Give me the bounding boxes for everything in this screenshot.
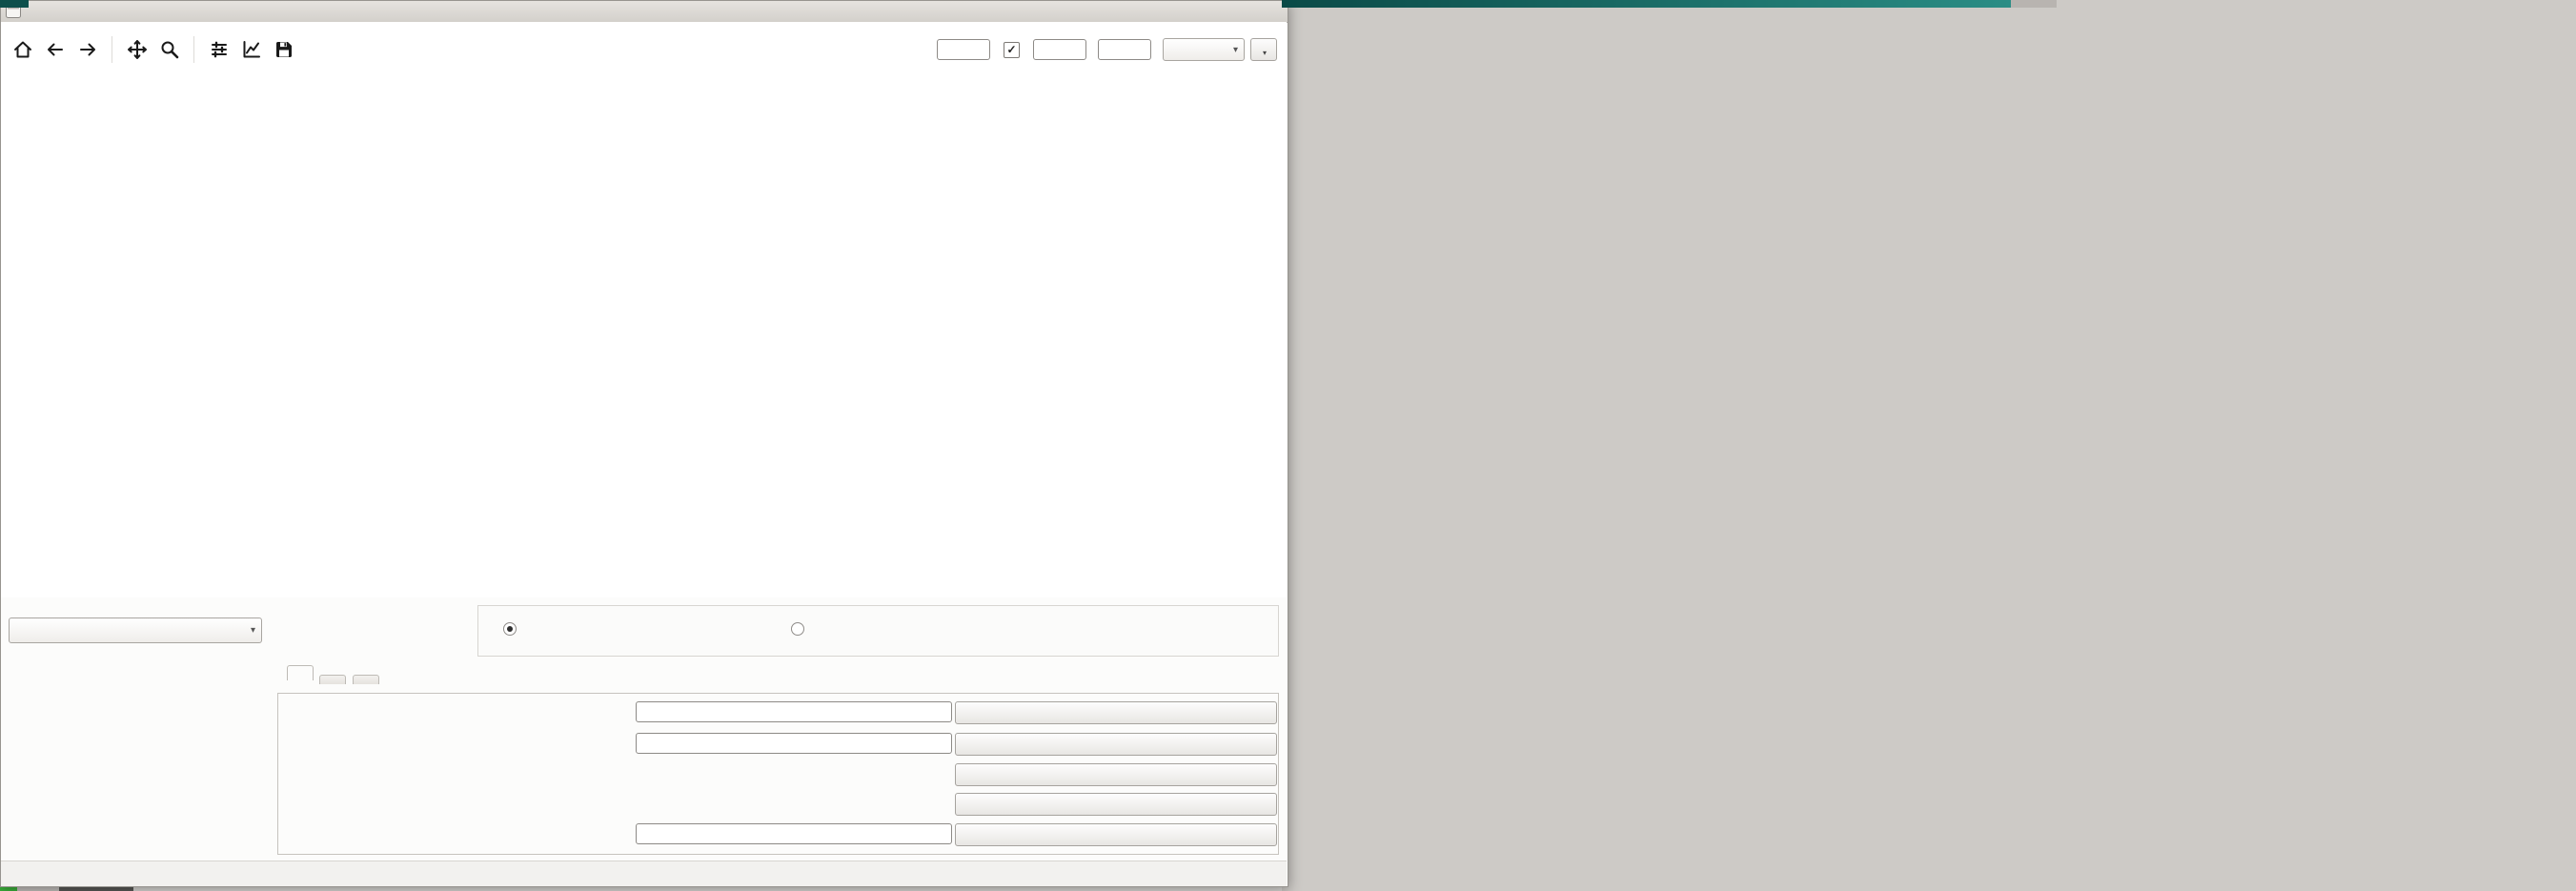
colormap-select[interactable]: ▾ [1163,38,1245,61]
chevron-down-icon: ▾ [1263,49,1267,57]
toolbar-icon-group [10,36,295,63]
forward-icon[interactable] [75,38,99,62]
figure-options-icon[interactable] [239,38,263,62]
toolbar-separator [193,36,194,63]
tab-still[interactable] [287,665,314,680]
pan-icon[interactable] [125,38,149,62]
tab-playback[interactable] [319,675,346,684]
show-row [288,733,1272,757]
radio-original-modified[interactable] [791,622,811,636]
matplotlib-toolbar: ✓ ▾ ▾ [1,22,1287,77]
plot-options-button[interactable]: ▾ [1250,38,1277,62]
plot-settings-controls: ✓ ▾ ▾ [931,38,1277,62]
display-mode-panel [477,605,1279,657]
ndscope-row [288,823,1272,847]
save-row [288,793,1272,817]
get-reference-button[interactable] [955,701,1277,724]
plots-canvas [1,77,1287,597]
app-window: ✓ ▾ ▾ ▾ [0,0,1288,887]
desktop-top-strip [1282,0,2011,8]
save-wavefront-button[interactable] [955,793,1277,816]
desktop-corner-strip [0,0,29,8]
optic-select[interactable]: ▾ [9,618,262,643]
back-icon[interactable] [43,38,67,62]
ndscope-input[interactable] [636,823,952,844]
tab-live[interactable] [353,675,379,684]
save-icon[interactable] [272,38,295,62]
radio-circle [503,622,517,636]
window-controls [1238,1,1278,22]
radio-circle [791,622,804,636]
home-icon[interactable] [10,38,34,62]
max-input[interactable] [1098,39,1151,60]
desktop-top-strip-notch [2011,0,2057,8]
min-input[interactable] [1033,39,1086,60]
reference-row [288,701,1272,725]
zoom-icon[interactable] [157,38,181,62]
plot-row [288,763,1272,787]
radio-wavefront-quiver[interactable] [503,622,523,636]
still-tab-panel [277,693,1279,855]
auto-limits-checkbox[interactable]: ✓ [1004,42,1020,58]
subplot-config-icon[interactable] [207,38,231,62]
titlebar[interactable] [1,1,1288,23]
chevron-down-icon: ▾ [1233,45,1238,55]
plot-area[interactable] [1,77,1287,597]
plot-button[interactable] [955,763,1277,786]
show-input[interactable] [636,733,952,754]
chevron-down-icon: ▾ [251,625,255,636]
now-button[interactable] [955,733,1277,756]
status-bar [1,861,1287,886]
contour-spacing-input[interactable] [937,39,990,60]
reference-input[interactable] [636,701,952,722]
open-ndscope-button[interactable] [955,823,1277,846]
tab-bar [287,665,381,694]
